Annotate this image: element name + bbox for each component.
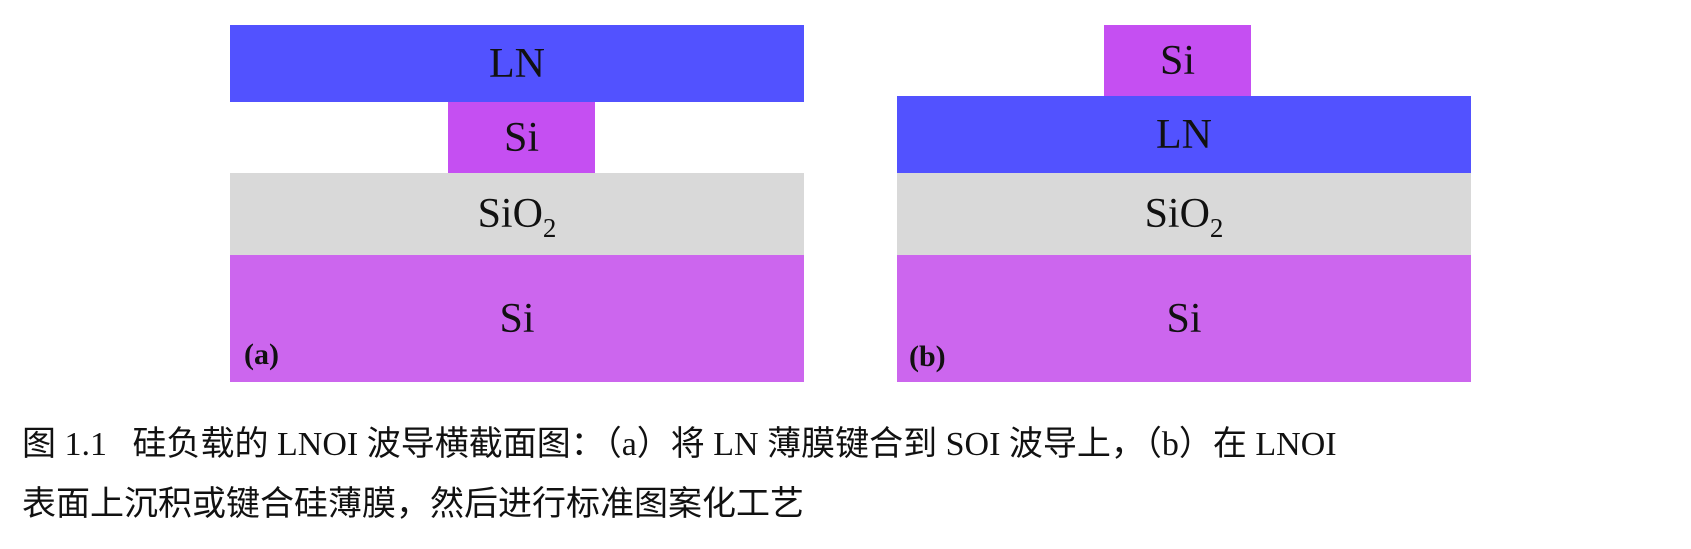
- panel-b-si-ridge-label: Si: [1159, 37, 1196, 84]
- caption-text-1: 硅负载的 LNOI 波导横截面图：（a）将 LN 薄膜键合到 SOI 波导上，（…: [132, 426, 1337, 463]
- panel-b-label: (b): [909, 340, 946, 373]
- panel-a-sio2-layer: SiO2: [230, 173, 804, 255]
- panel-b-si-substrate: Si: [897, 255, 1471, 382]
- panel-a-sio2-label: SiO2: [477, 191, 557, 243]
- panel-a-label: (a): [244, 338, 279, 371]
- figure-caption-line-1: 图 1.1 硅负载的 LNOI 波导横截面图：（a）将 LN 薄膜键合到 SOI…: [22, 428, 1682, 462]
- panel-b-sio2-label: SiO2: [1144, 191, 1224, 243]
- figure-caption-line-2: 表面上沉积或键合硅薄膜，然后进行标准图案化工艺: [22, 488, 1682, 522]
- panel-b-si-ridge: Si: [1104, 25, 1251, 96]
- panel-b-sio2-layer: SiO2: [897, 173, 1471, 255]
- panel-b-ln-layer: LN: [897, 96, 1471, 173]
- panel-a-si-substrate: Si: [230, 255, 804, 382]
- panel-a-si-ridge: Si: [448, 102, 595, 173]
- panel-a-ln-layer: LN: [230, 25, 804, 102]
- panel-b-ln-label: LN: [1156, 111, 1212, 158]
- panel-a-si-ridge-label: Si: [503, 114, 540, 161]
- panel-a-ln-label: LN: [489, 40, 545, 87]
- figure-number: 图 1.1: [22, 426, 107, 463]
- panel-a-si-substrate-label: Si: [499, 295, 535, 342]
- caption-text-2: 表面上沉积或键合硅薄膜，然后进行标准图案化工艺: [22, 486, 804, 523]
- panel-b-si-substrate-label: Si: [1166, 295, 1202, 342]
